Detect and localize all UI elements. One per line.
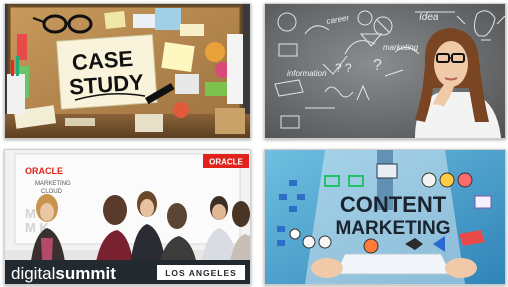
banner-brand: ORACLE: [25, 166, 63, 176]
event-name: digitalsummit: [11, 264, 116, 283]
svg-text:? ?: ? ?: [335, 61, 352, 75]
corner-brand: ORACLE: [209, 158, 243, 167]
banner-sub-line-1: MARKETING: [35, 181, 71, 187]
event-word-light: digital: [11, 264, 55, 283]
event-word-bold: summit: [55, 264, 116, 283]
monitor-icon: [376, 163, 398, 179]
doodle-word-information: information: [287, 69, 327, 78]
clock-icon: [363, 238, 379, 254]
digital-summit-photo: ORACLE MARKETING CLOUD ORACLE M N M K: [5, 150, 250, 284]
doodle-word-idea: Idea: [419, 12, 439, 23]
globe-icon: [421, 172, 437, 188]
tablet: [334, 253, 452, 275]
content-marketing-image[interactable]: CONTENT MARKETING: [264, 149, 506, 285]
thinking-woman-artwork: ? ? ? career marketing Idea information: [265, 4, 505, 138]
thinking-woman-image[interactable]: ? ? ? career marketing Idea information: [264, 3, 506, 139]
event-city: LOS ANGELES: [165, 268, 237, 278]
svg-text:?: ?: [373, 57, 382, 74]
case-study-artwork: CASE STUDY: [5, 4, 250, 138]
headline-line-2: MARKETING: [335, 218, 450, 239]
headline-line-1: CONTENT: [340, 192, 447, 217]
content-marketing-artwork: CONTENT MARKETING: [265, 150, 505, 284]
puzzle-icon: [474, 195, 492, 209]
digital-summit-image[interactable]: ORACLE MARKETING CLOUD ORACLE M N M K: [4, 149, 251, 285]
doodle-word-marketing: marketing: [383, 43, 419, 52]
case-study-image[interactable]: CASE STUDY: [4, 3, 251, 139]
banner-sub-line-2: CLOUD: [41, 189, 63, 195]
